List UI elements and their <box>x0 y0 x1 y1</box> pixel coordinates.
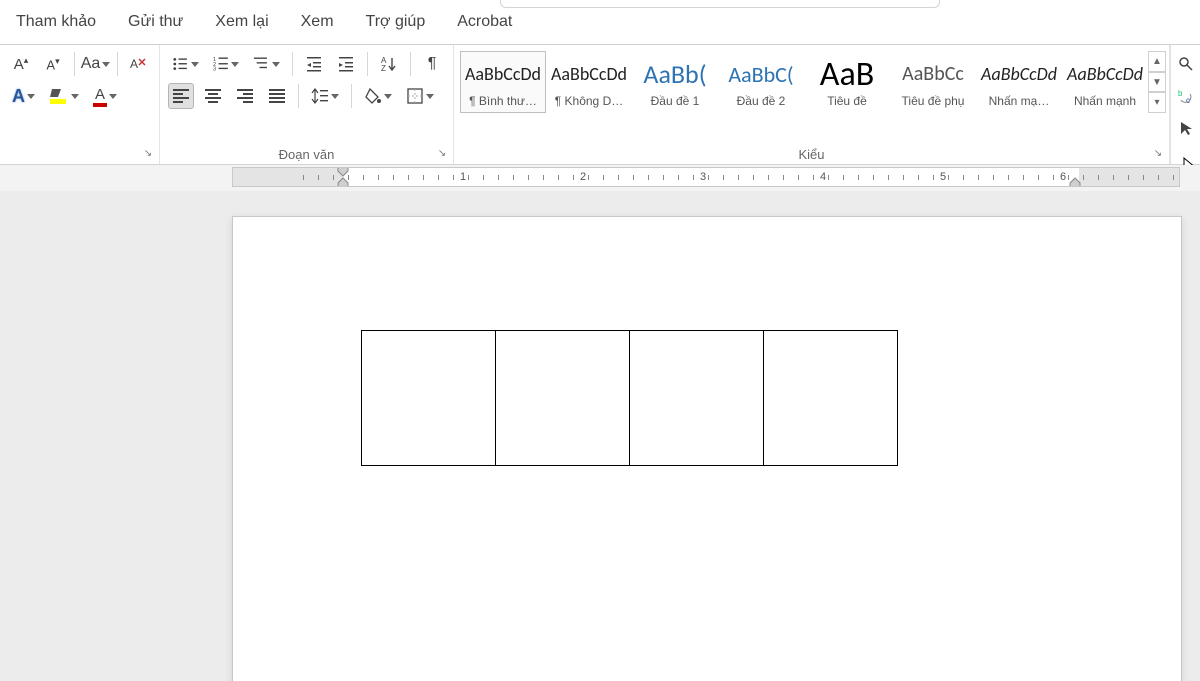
style-preview: AaBbCcDd <box>979 54 1059 94</box>
paragraph-group-label: Đoạn văn <box>160 147 453 162</box>
style-tile-7[interactable]: AaBbCcDdNhấn mạnh <box>1062 51 1148 113</box>
tab-help[interactable]: Trợ giúp <box>350 0 442 44</box>
text-effects-button[interactable]: A <box>8 83 39 109</box>
align-left-button[interactable] <box>168 83 194 109</box>
styles-scroll-down[interactable]: ▼ <box>1149 72 1166 93</box>
group-font: A▴ A▾ Aa A A A ↘ <box>0 45 160 164</box>
font-color-button[interactable]: A <box>89 83 121 109</box>
svg-text:A: A <box>130 57 138 71</box>
ruler-area: 1 2 3 4 5 6 <box>0 165 1200 191</box>
ruler-number: 4 <box>820 171 826 183</box>
table-cell[interactable] <box>764 331 898 466</box>
ruler-number: 1 <box>460 171 466 183</box>
borders-button[interactable] <box>402 83 438 109</box>
first-line-indent-marker[interactable] <box>337 167 349 187</box>
style-preview: AaBb( <box>635 54 715 94</box>
style-name-label: Tiêu đề phụ <box>893 94 973 108</box>
highlight-button[interactable] <box>45 83 83 109</box>
style-name-label: Đầu đề 1 <box>635 94 715 108</box>
right-indent-marker[interactable] <box>1069 177 1081 187</box>
change-case-button[interactable]: Aa <box>83 51 109 77</box>
style-tile-6[interactable]: AaBbCcDdNhấn mạ… <box>976 51 1062 113</box>
grow-font-button[interactable]: A▴ <box>8 51 34 77</box>
align-justify-button[interactable] <box>264 83 290 109</box>
ribbon: A▴ A▾ Aa A A A ↘ <box>0 45 1200 165</box>
bullets-button[interactable] <box>168 51 203 77</box>
style-preview: AaBbCc <box>893 54 973 94</box>
ruler-number: 6 <box>1060 171 1066 183</box>
shrink-font-button[interactable]: A▾ <box>40 51 66 77</box>
font-group-launcher[interactable]: ↘ <box>141 146 155 160</box>
table-cell[interactable] <box>630 331 764 466</box>
tab-view[interactable]: Xem <box>285 0 350 44</box>
style-tile-0[interactable]: AaBbCcDd¶ Bình thư… <box>460 51 546 113</box>
styles-group-label: Kiểu <box>454 147 1169 162</box>
svg-text:Z: Z <box>381 64 386 73</box>
style-preview: AaBbC( <box>721 54 801 94</box>
group-paragraph: 123 AZ ¶ <box>160 45 454 164</box>
svg-text:3: 3 <box>213 67 216 73</box>
clear-formatting-button[interactable]: A <box>125 51 151 77</box>
numbering-button[interactable]: 123 <box>209 51 244 77</box>
align-center-button[interactable] <box>200 83 226 109</box>
style-tile-3[interactable]: AaBbC(Đầu đề 2 <box>718 51 804 113</box>
editing-group: bc <box>1170 45 1200 164</box>
align-right-button[interactable] <box>232 83 258 109</box>
tab-mailings[interactable]: Gửi thư <box>112 0 199 44</box>
tell-me-search[interactable] <box>500 0 940 8</box>
style-preview: AaBbCcDd <box>549 54 629 94</box>
style-preview: AaBbCcDd <box>463 54 543 94</box>
decrease-indent-button[interactable] <box>301 51 327 77</box>
table-cell[interactable] <box>362 331 496 466</box>
show-hide-marks-button[interactable]: ¶ <box>419 51 445 77</box>
style-preview: AaBbCcDd <box>1065 54 1145 94</box>
style-name-label: Nhấn mạnh <box>1065 94 1145 108</box>
find-button[interactable] <box>1173 53 1199 75</box>
group-styles: AaBbCcDd¶ Bình thư…AaBbCcDd¶ Không D…AaB… <box>454 45 1170 164</box>
styles-scroll-up[interactable]: ▲ <box>1149 51 1166 72</box>
style-name-label: Nhấn mạ… <box>979 94 1059 108</box>
ruler-number: 2 <box>580 171 586 183</box>
svg-text:b: b <box>1178 89 1183 98</box>
document-table[interactable] <box>361 330 898 466</box>
style-preview: AaB <box>807 54 887 94</box>
tab-review[interactable]: Xem lại <box>199 0 284 44</box>
sort-button[interactable]: AZ <box>376 51 402 77</box>
style-name-label: ¶ Bình thư… <box>463 94 543 108</box>
style-tile-4[interactable]: AaBTiêu đề <box>804 51 890 113</box>
style-tile-2[interactable]: AaBb(Đầu đề 1 <box>632 51 718 113</box>
increase-indent-button[interactable] <box>333 51 359 77</box>
document-page[interactable] <box>232 216 1182 681</box>
horizontal-ruler[interactable]: 1 2 3 4 5 6 <box>232 167 1180 187</box>
style-name-label: Đầu đề 2 <box>721 94 801 108</box>
multilevel-list-button[interactable] <box>249 51 284 77</box>
select-button[interactable] <box>1173 117 1199 139</box>
replace-button[interactable]: bc <box>1173 85 1199 107</box>
tab-references[interactable]: Tham khảo <box>0 0 112 44</box>
styles-more-button[interactable]: ▾ <box>1149 92 1166 113</box>
style-tile-1[interactable]: AaBbCcDd¶ Không D… <box>546 51 632 113</box>
ruler-number: 3 <box>700 171 706 183</box>
style-name-label: Tiêu đề <box>807 94 887 108</box>
line-spacing-button[interactable] <box>307 83 343 109</box>
shading-button[interactable] <box>360 83 396 109</box>
style-name-label: ¶ Không D… <box>549 94 629 108</box>
document-area[interactable] <box>0 191 1200 681</box>
ruler-number: 5 <box>940 171 946 183</box>
table-cell[interactable] <box>496 331 630 466</box>
style-tile-5[interactable]: AaBbCcTiêu đề phụ <box>890 51 976 113</box>
paragraph-group-launcher[interactable]: ↘ <box>435 146 449 160</box>
styles-group-launcher[interactable]: ↘ <box>1151 146 1165 160</box>
